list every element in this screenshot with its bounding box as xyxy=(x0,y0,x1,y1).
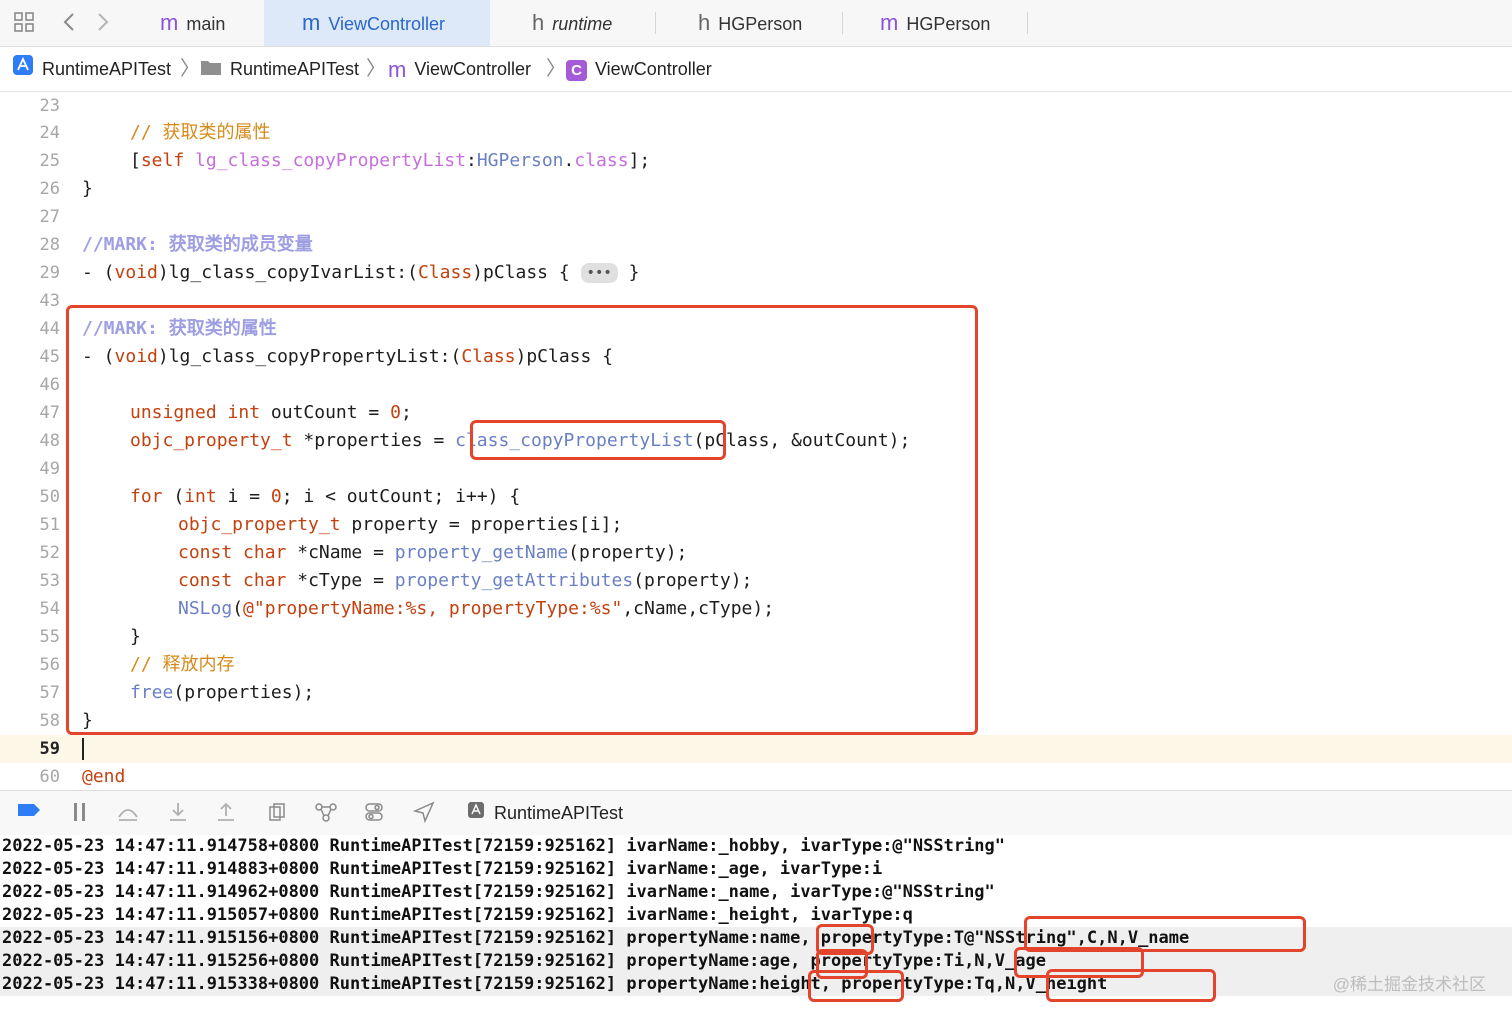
tab-divider xyxy=(655,12,656,34)
tab-hgperson-header[interactable]: h HGPerson xyxy=(698,0,838,46)
code-line: 56// 释放内存 xyxy=(39,654,235,675)
breadcrumb: RuntimeAPITest 〉 RuntimeAPITest 〉 m ViewC… xyxy=(0,47,1512,92)
folder-icon xyxy=(200,48,222,92)
breadcrumb-project[interactable]: RuntimeAPITest xyxy=(12,47,171,91)
pause-icon[interactable] xyxy=(68,801,92,825)
breadcrumb-separator: 〉 xyxy=(546,58,566,80)
watermark: @稀土掘金技术社区 xyxy=(1332,975,1486,994)
memory-graph-icon[interactable] xyxy=(314,801,338,825)
tab-viewcontroller[interactable]: m ViewController xyxy=(264,0,490,46)
code-line: 25 [self lg_class_copyPropertyList:HGPers… xyxy=(39,150,651,171)
breadcrumb-separator: 〉 xyxy=(366,58,386,80)
code-editor[interactable]: 23 24// 获取类的属性 25 [self lg_class_copyProp… xyxy=(0,92,1512,790)
code-line: 45- (void)lg_class_copyPropertyList:(Cla… xyxy=(39,346,614,367)
code-line: 55} xyxy=(39,626,141,647)
code-line: 51 objc_property_t property = properties[… xyxy=(39,514,623,535)
forward-chevron-icon[interactable] xyxy=(90,11,114,35)
console-line: 2022-05-23 14:47:11.915338+0800 RuntimeA… xyxy=(0,973,1512,996)
objc-file-icon: m xyxy=(880,10,899,35)
editor-tab-bar: m main m ViewController h runtime h HGPerson… xyxy=(0,0,1512,47)
code-line: 24// 获取类的属性 xyxy=(39,122,271,143)
text-cursor xyxy=(82,738,84,760)
tab-main[interactable]: m main xyxy=(160,0,260,46)
tab-runtime[interactable]: h runtime xyxy=(532,0,652,46)
objc-file-icon: m xyxy=(388,57,407,83)
back-chevron-icon[interactable] xyxy=(58,11,82,35)
code-line: 26} xyxy=(39,178,93,199)
tab-divider xyxy=(842,12,843,34)
code-line: 58} xyxy=(39,710,93,731)
app-project-icon xyxy=(12,48,34,92)
code-line: 47 unsigned int outCount = 0; xyxy=(39,402,412,423)
step-into-icon[interactable] xyxy=(166,801,190,825)
breakpoints-toggle-icon[interactable] xyxy=(16,801,40,825)
console-line: 2022-05-23 14:47:11.915156+0800 RuntimeA… xyxy=(0,927,1512,950)
tab-divider xyxy=(1027,12,1028,34)
console-line: 2022-05-23 14:47:11.914758+0800 RuntimeA… xyxy=(2,836,1006,856)
debug-toolbar: RuntimeAPITest xyxy=(0,790,1512,836)
grid-icon[interactable] xyxy=(12,11,36,35)
console-output[interactable]: 2022-05-23 14:47:11.914758+0800 RuntimeA… xyxy=(0,835,1512,1018)
code-line: 49 xyxy=(39,459,60,479)
objc-file-icon: m xyxy=(160,10,179,35)
breadcrumb-separator: 〉 xyxy=(180,58,200,80)
code-line-current: 59 xyxy=(0,735,1512,763)
code-line: 28//MARK: 获取类的成员变量 xyxy=(39,234,313,255)
code-line: 52 const char *cName = property_getName(p… xyxy=(39,542,688,563)
console-line: 2022-05-23 14:47:11.914962+0800 RuntimeA… xyxy=(2,882,995,902)
simulate-location-icon[interactable] xyxy=(412,801,436,825)
code-line: 23 xyxy=(39,96,60,116)
class-symbol-icon: C xyxy=(566,59,587,81)
header-file-icon: h xyxy=(698,10,711,35)
environment-overrides-icon[interactable] xyxy=(362,801,386,825)
header-file-icon: h xyxy=(532,10,545,35)
console-line: 2022-05-23 14:47:11.915256+0800 RuntimeA… xyxy=(0,950,1512,973)
objc-file-icon: m xyxy=(302,10,321,35)
code-line: 53 const char *cType = property_getAttrib… xyxy=(39,570,753,591)
console-line: 2022-05-23 14:47:11.915057+0800 RuntimeA… xyxy=(2,905,913,925)
code-line: 43 xyxy=(39,291,60,311)
code-line: 27 xyxy=(39,207,60,227)
breadcrumb-file[interactable]: m ViewController xyxy=(388,47,531,91)
code-line: 60 @end xyxy=(39,766,126,787)
breadcrumb-group[interactable]: RuntimeAPITest xyxy=(200,47,359,91)
breadcrumb-symbol[interactable]: C ViewController xyxy=(566,47,712,91)
code-line: 44//MARK: 获取类的属性 xyxy=(39,318,277,339)
tab-hgperson-impl[interactable]: m HGPerson xyxy=(880,0,1020,46)
code-line: 46 xyxy=(39,375,60,395)
code-line: 50 for (int i = 0; i < outCount; i++) { xyxy=(39,486,521,507)
view-hierarchy-icon[interactable] xyxy=(266,801,290,825)
code-line: 29- (void)lg_class_copyIvarList:(Class)p… xyxy=(39,262,640,283)
target-app-icon xyxy=(464,801,488,825)
folded-code-badge[interactable]: ••• xyxy=(580,263,618,283)
code-line: 54 NSLog(@"propertyName:%s, propertyType:… xyxy=(39,598,775,619)
code-line: 48 objc_property_t *properties = class_co… xyxy=(39,430,911,451)
code-line: 57 free(properties); xyxy=(39,682,315,703)
debug-target-label: RuntimeAPITest xyxy=(494,803,624,823)
console-line: 2022-05-23 14:47:11.914883+0800 RuntimeA… xyxy=(2,859,883,879)
step-out-icon[interactable] xyxy=(214,801,238,825)
step-over-icon[interactable] xyxy=(116,801,140,825)
